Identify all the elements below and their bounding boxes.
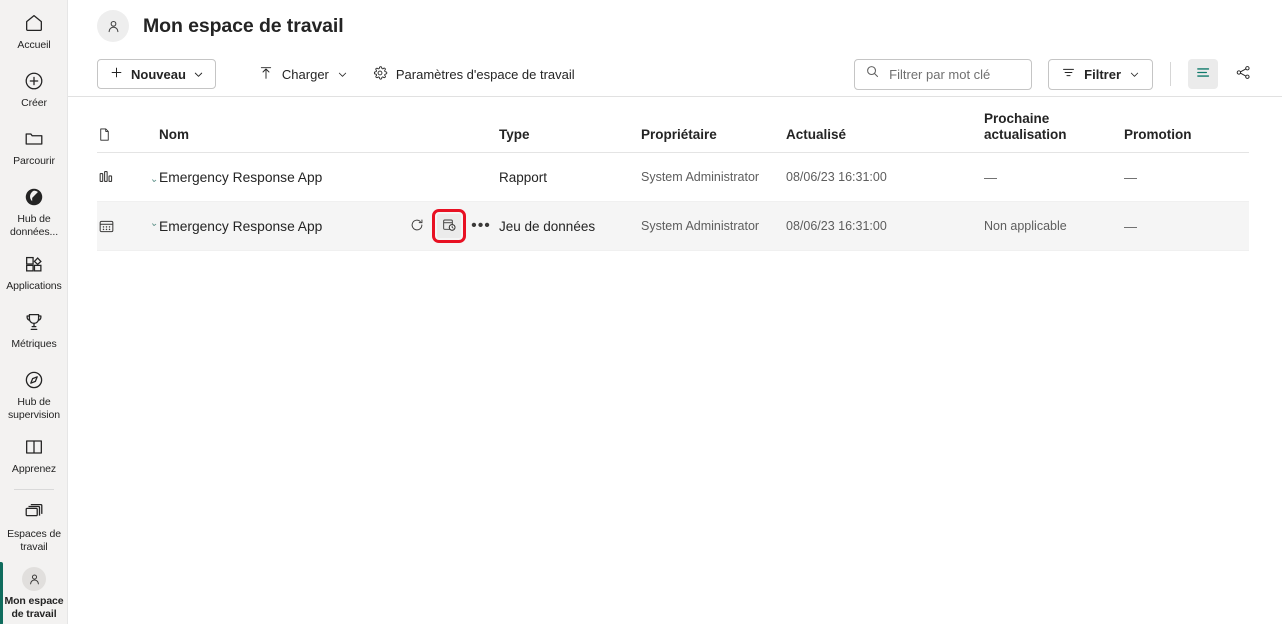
- row-name-label: Emergency Response App: [159, 169, 323, 185]
- list-view-button[interactable]: [1188, 59, 1218, 89]
- row-next-refresh: —: [984, 169, 997, 185]
- plus-circle-icon: [22, 69, 46, 93]
- new-button-label: Nouveau: [131, 66, 186, 82]
- plus-icon: [109, 65, 124, 83]
- sidebar-item-label: Créer: [21, 97, 47, 109]
- document-icon: [97, 126, 159, 143]
- filter-button[interactable]: Filtrer: [1048, 58, 1153, 90]
- row-owner: System Administrator: [641, 170, 760, 184]
- column-header-promotion[interactable]: Promotion: [1124, 127, 1254, 143]
- row-promotion: —: [1124, 169, 1137, 185]
- row-owner: System Administrator: [641, 219, 760, 233]
- chevron-down-icon: [193, 69, 204, 80]
- column-header-proprietaire[interactable]: Propriétaire: [641, 127, 786, 143]
- workspace-header: Mon espace de travail: [68, 0, 1282, 52]
- sidebar-item-label: Espaces de travail: [7, 528, 61, 553]
- sidebar-item-label: Métriques: [11, 338, 57, 350]
- sidebar-item-label: Apprenez: [11, 463, 57, 475]
- chevron-down-icon: [1129, 69, 1140, 80]
- row-name-label: Emergency Response App: [159, 218, 323, 234]
- sidebar-item-label: Parcourir: [13, 155, 55, 167]
- endorsement-mark-icon: ⌄: [149, 172, 160, 186]
- search-box[interactable]: [854, 58, 1066, 90]
- sidebar-item-hub-de-supervision[interactable]: Hub de supervision: [0, 361, 67, 428]
- upload-button[interactable]: Charger: [249, 59, 357, 89]
- person-icon: [97, 10, 129, 42]
- schedule-refresh-icon: [441, 217, 457, 236]
- filter-lines-icon: [1061, 65, 1076, 83]
- sidebar-item-label: Hub de supervision: [7, 396, 60, 421]
- search-icon: [865, 64, 880, 84]
- endorsement-mark-icon: ⌄: [149, 217, 160, 230]
- row-type: Rapport: [499, 169, 548, 185]
- sidebar-item-applications[interactable]: Applications: [0, 245, 67, 303]
- row-type: Jeu de données: [499, 218, 596, 234]
- more-options-button[interactable]: •••: [469, 214, 493, 238]
- toolbar-divider: [1170, 62, 1171, 86]
- data-hub-icon: [22, 185, 46, 209]
- workspace-toolbar: Nouveau Charger Paramètres d'espace de t…: [68, 52, 1282, 97]
- column-header-type[interactable]: Type: [499, 127, 641, 143]
- table-header-row: Nom Type Propriétaire Actualisé Prochain…: [97, 97, 1249, 153]
- folder-icon: [22, 127, 46, 151]
- row-promotion: —: [1124, 218, 1137, 234]
- main-content: Mon espace de travail Nouveau Charger Pa…: [68, 0, 1282, 624]
- refresh-now-button[interactable]: [405, 214, 429, 238]
- sidebar-item-espaces-de-travail[interactable]: Espaces de travail: [0, 493, 67, 560]
- ellipsis-icon: •••: [471, 217, 491, 234]
- refresh-icon: [409, 217, 425, 236]
- chevron-down-icon: [337, 69, 348, 80]
- sidebar-item-label: Accueil: [17, 39, 51, 51]
- home-icon: [22, 11, 46, 35]
- row-updated: 08/06/23 16:31:00: [786, 219, 887, 233]
- sidebar-item-mon-espace-de-travail[interactable]: Mon espace de travail: [0, 560, 67, 624]
- lineage-view-icon: [1235, 64, 1252, 84]
- row-updated: 08/06/23 16:31:00: [786, 170, 887, 184]
- sidebar-item-accueil[interactable]: Accueil: [0, 4, 67, 62]
- upload-arrow-icon: [258, 65, 274, 84]
- person-avatar-icon: [22, 567, 46, 591]
- sidebar-divider: [13, 489, 54, 490]
- sidebar-item-hub-de-donnees[interactable]: Hub de données...: [0, 178, 67, 245]
- sidebar-item-metriques[interactable]: Métriques: [0, 303, 67, 361]
- table-row[interactable]: ⌄ Emergency Response App Rapport System …: [97, 153, 1249, 202]
- workspace-settings-label: Paramètres d'espace de travail: [395, 66, 575, 82]
- items-table: Nom Type Propriétaire Actualisé Prochain…: [68, 97, 1282, 624]
- workspaces-icon: [22, 500, 46, 524]
- gear-icon: [372, 65, 388, 84]
- trophy-icon: [22, 310, 46, 334]
- column-header-actualise[interactable]: Actualisé: [786, 127, 984, 143]
- column-header-prochaine-actualisation[interactable]: Prochaine actualisation: [984, 111, 1076, 143]
- filter-button-label: Filtrer: [1084, 66, 1121, 82]
- search-input[interactable]: [889, 66, 1066, 82]
- sidebar-item-parcourir[interactable]: Parcourir: [0, 120, 67, 178]
- app-root: Accueil Créer Parcourir Hub de données..…: [0, 0, 1282, 624]
- lineage-view-button[interactable]: [1228, 59, 1258, 89]
- row-action-buttons: •••: [405, 209, 499, 243]
- sidebar-item-label: Mon espace de travail: [4, 595, 64, 620]
- sidebar-item-creer[interactable]: Créer: [0, 62, 67, 120]
- book-icon: [22, 435, 46, 459]
- row-next-refresh: Non applicable: [984, 219, 1067, 233]
- sidebar-item-label: Hub de données...: [9, 213, 59, 238]
- column-header-nom[interactable]: Nom: [159, 127, 499, 143]
- schedule-refresh-button[interactable]: [432, 209, 466, 243]
- left-navigation-sidebar: Accueil Créer Parcourir Hub de données..…: [0, 0, 68, 624]
- workspace-settings-button[interactable]: Paramètres d'espace de travail: [363, 59, 584, 89]
- upload-button-label: Charger: [281, 66, 329, 82]
- sidebar-item-apprenez[interactable]: Apprenez: [0, 428, 67, 486]
- sidebar-item-label: Applications: [6, 280, 62, 292]
- page-title: Mon espace de travail: [143, 14, 344, 37]
- table-row[interactable]: ⌄ Emergency Response App ••• Jeu de donn…: [97, 202, 1249, 251]
- apps-icon: [22, 252, 46, 276]
- row-name-cell[interactable]: ⌄ Emergency Response App: [149, 209, 499, 243]
- list-view-icon: [1195, 64, 1212, 84]
- compass-icon: [22, 368, 46, 392]
- new-button[interactable]: Nouveau: [97, 59, 216, 89]
- row-name-cell[interactable]: ⌄ Emergency Response App: [149, 169, 499, 186]
